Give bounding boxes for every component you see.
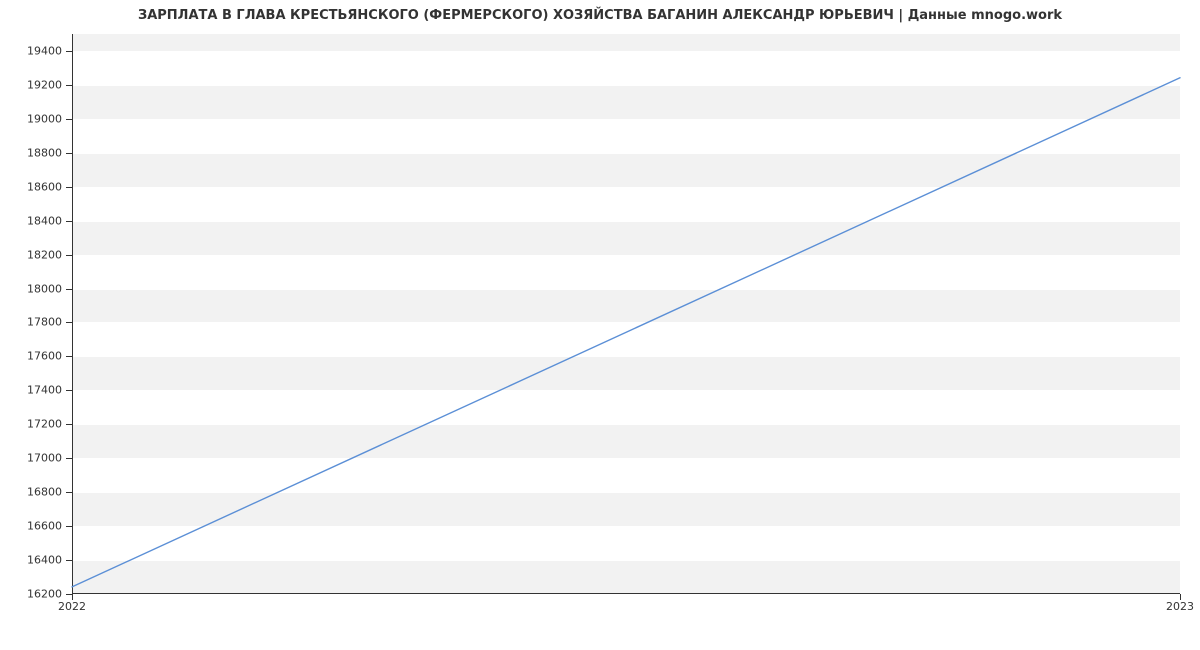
y-tick [66,85,72,86]
y-tick [66,526,72,527]
y-tick-label: 19400 [27,44,62,57]
y-tick-label: 17600 [27,350,62,363]
y-tick-label: 17800 [27,316,62,329]
y-tick [66,458,72,459]
plot-area: 1620016400166001680017000172001740017600… [72,34,1180,594]
y-tick [66,153,72,154]
y-tick-label: 17000 [27,452,62,465]
x-tick-label: 2022 [58,600,86,613]
y-tick [66,51,72,52]
y-tick-label: 16400 [27,554,62,567]
y-tick-label: 18600 [27,180,62,193]
y-tick-label: 18800 [27,146,62,159]
x-tick-label: 2023 [1166,600,1194,613]
y-tick [66,390,72,391]
y-tick [66,221,72,222]
y-tick [66,289,72,290]
y-tick-label: 19000 [27,112,62,125]
y-tick-label: 16200 [27,588,62,601]
y-tick-label: 17200 [27,418,62,431]
y-tick-label: 17400 [27,384,62,397]
y-tick [66,424,72,425]
y-tick-label: 16800 [27,486,62,499]
y-tick [66,322,72,323]
y-tick [66,187,72,188]
y-tick-label: 18200 [27,248,62,261]
y-tick-label: 16600 [27,520,62,533]
y-tick [66,119,72,120]
y-tick [66,560,72,561]
y-tick [66,255,72,256]
y-tick [66,356,72,357]
line-series [72,34,1180,594]
y-tick-label: 18000 [27,282,62,295]
y-tick [66,492,72,493]
chart-container: ЗАРПЛАТА В ГЛАВА КРЕСТЬЯНСКОГО (ФЕРМЕРСК… [0,0,1200,650]
y-tick-label: 18400 [27,214,62,227]
y-tick-label: 19200 [27,78,62,91]
chart-title: ЗАРПЛАТА В ГЛАВА КРЕСТЬЯНСКОГО (ФЕРМЕРСК… [0,8,1200,23]
